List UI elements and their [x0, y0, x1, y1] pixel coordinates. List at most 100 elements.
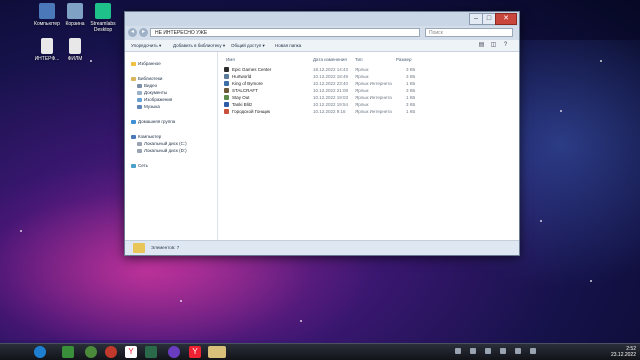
file-type: Ярлык Интернета: [355, 109, 392, 114]
file-date: 10.12.2022 21:08: [313, 88, 349, 93]
nav-label: Библиотеки: [138, 76, 163, 81]
share-button[interactable]: Общий доступ ▾: [231, 41, 265, 50]
status-bar: Элементов: 7: [125, 240, 519, 255]
maximize-button[interactable]: □: [482, 13, 496, 25]
toolbar: Упорядочить ▾ Добавить в библиотеку ▾ Об…: [125, 40, 519, 52]
file-date: 10.12.2022 19:54: [313, 102, 349, 107]
nav-disk-c[interactable]: Локальный диск (C:): [137, 141, 187, 147]
utorrent-icon[interactable]: [85, 346, 97, 358]
streamlabs-icon: [95, 3, 111, 19]
nav-label: Избранное: [138, 61, 161, 66]
desktop-icon-label: Streamlabs Desktop: [90, 21, 116, 33]
start-button[interactable]: [34, 346, 46, 358]
search-input[interactable]: Поиск: [425, 28, 513, 37]
file-row[interactable]: Tanki Blitz 10.12.2022 19:54 Ярлык 3 КБ: [218, 101, 519, 108]
tray-app-icon[interactable]: [470, 348, 476, 354]
opera-icon[interactable]: [105, 346, 117, 358]
column-name[interactable]: Имя: [226, 57, 235, 63]
file-size: 3 КБ: [406, 102, 416, 107]
nav-homegroup[interactable]: Домашняя группа: [131, 119, 175, 125]
nav-images[interactable]: Изображения: [137, 97, 172, 103]
file-type: Ярлык: [355, 74, 369, 79]
file-date: 10.12.2022 19:03: [313, 95, 349, 100]
back-icon[interactable]: ◂: [128, 28, 137, 37]
document-icon: [41, 38, 53, 54]
column-size[interactable]: Размер: [396, 57, 411, 63]
item-count: Элементов: 7: [151, 245, 180, 250]
add-to-library-button[interactable]: Добавить в библиотеку ▾: [173, 41, 225, 50]
desktop-icon-streamlabs[interactable]: Streamlabs Desktop: [86, 3, 120, 33]
nav-network[interactable]: Сеть: [131, 163, 148, 169]
nav-disk-d[interactable]: Локальный диск (D:): [137, 148, 187, 154]
file-size: 3 КБ: [406, 67, 416, 72]
viber-icon[interactable]: [168, 346, 180, 358]
file-type: Ярлык: [355, 67, 369, 72]
nav-libraries[interactable]: Библиотеки: [131, 76, 162, 82]
tray-arrow-icon[interactable]: [455, 348, 461, 354]
preview-pane-icon[interactable]: ◫: [489, 41, 498, 49]
file-date: 18.12.2022 14:43: [313, 67, 349, 72]
file-type: Ярлык: [355, 88, 369, 93]
volume-icon[interactable]: [530, 348, 536, 354]
column-type[interactable]: Тип: [355, 57, 363, 63]
nav-label: Локальный диск (C:): [144, 141, 187, 146]
nav-label: Сеть: [138, 163, 149, 168]
explorer-window: – □ ✕ ◂ ▸ НЕ ИНТЕРЕСНО УЖЕ Поиск Упорядо…: [124, 11, 520, 256]
organize-button[interactable]: Упорядочить ▾: [131, 41, 161, 50]
chrome-icon[interactable]: [62, 346, 74, 358]
nav-label: Локальный диск (D:): [144, 148, 187, 153]
column-date[interactable]: Дата изменения: [313, 57, 347, 63]
view-options-icon[interactable]: ▤: [477, 41, 486, 49]
file-size: 3 КБ: [406, 74, 416, 79]
star-icon: [131, 61, 136, 66]
nav-documents[interactable]: Документы: [137, 90, 167, 96]
address-bar[interactable]: НЕ ИНТЕРЕСНО УЖЕ: [150, 28, 420, 37]
media-icon[interactable]: [145, 346, 157, 358]
network-icon[interactable]: [515, 348, 521, 354]
shortcut-icon: [224, 74, 229, 79]
file-row[interactable]: Stay Out 10.12.2022 19:03 Ярлык Интернета 1…: [218, 94, 519, 101]
yandex-icon[interactable]: Y: [125, 346, 137, 358]
explorer-icon[interactable]: [208, 346, 226, 358]
nav-label: Видео: [144, 83, 158, 88]
network-icon: [131, 163, 136, 168]
yandex-browser-icon[interactable]: Y: [189, 346, 201, 358]
address-text: НЕ ИНТЕРЕСНО УЖЕ: [155, 30, 208, 36]
forward-icon[interactable]: ▸: [139, 28, 148, 37]
desktop-icon-label: ИНТЕРФ...: [34, 56, 60, 62]
video-icon: [137, 83, 142, 88]
nav-computer[interactable]: Компьютер: [131, 134, 161, 140]
tray-app-icon[interactable]: [500, 348, 506, 354]
close-button[interactable]: ✕: [495, 13, 517, 25]
file-name: STALCRAFT: [232, 88, 258, 93]
tray-app-icon[interactable]: [485, 348, 491, 354]
file-size: 1 КБ: [406, 109, 416, 114]
document-icon: [137, 90, 142, 95]
file-name: Epic Games Center: [232, 67, 272, 72]
file-size: 1 КБ: [406, 95, 416, 100]
file-date: 10.12.2022 23:40: [313, 81, 349, 86]
clock[interactable]: 2:52 23.12.2022: [580, 346, 636, 358]
file-row[interactable]: Городской Гонщик 10.12.2022 9:16 Ярлык Инт…: [218, 108, 519, 115]
nav-music[interactable]: Музыка: [137, 104, 160, 110]
desktop-icon-label: Компьютер: [34, 21, 60, 27]
shortcut-icon: [224, 95, 229, 100]
file-size: 3 КБ: [406, 88, 416, 93]
desktop-icon-film[interactable]: ФИЛМ: [58, 38, 92, 62]
computer-icon: [131, 134, 136, 139]
address-row: ◂ ▸ НЕ ИНТЕРЕСНО УЖЕ Поиск: [125, 26, 519, 40]
nav-video[interactable]: Видео: [137, 83, 157, 89]
file-row[interactable]: King of Bymore 10.12.2022 23:40 Ярлык Инте…: [218, 80, 519, 87]
minimize-button[interactable]: –: [469, 13, 483, 25]
help-icon[interactable]: ?: [501, 41, 510, 49]
computer-icon: [39, 3, 55, 19]
file-row[interactable]: Epic Games Center 18.12.2022 14:43 Ярлык 3 …: [218, 66, 519, 73]
new-folder-button[interactable]: Новая папка: [275, 41, 301, 50]
file-row[interactable]: STALCRAFT 10.12.2022 21:08 Ярлык 3 КБ: [218, 87, 519, 94]
drive-icon: [137, 148, 142, 153]
window-titlebar[interactable]: – □ ✕: [125, 12, 519, 26]
nav-favorites[interactable]: Избранное: [131, 61, 161, 67]
file-row[interactable]: Hurtworld 10.12.2022 18:49 Ярлык 3 КБ: [218, 73, 519, 80]
file-name: Tanki Blitz: [232, 102, 253, 107]
desktop-icon-label: ФИЛМ: [67, 56, 83, 62]
